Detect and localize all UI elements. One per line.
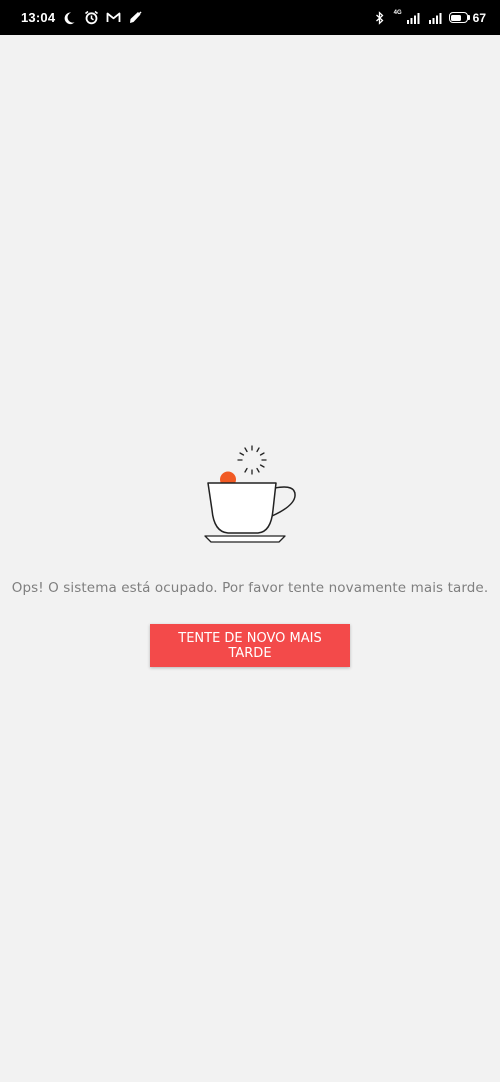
status-bar: 13:04 4G 67 <box>0 0 500 35</box>
battery-tip <box>467 15 470 20</box>
battery-fill <box>451 14 461 21</box>
alarm-icon <box>83 10 99 26</box>
bluetooth-icon <box>372 10 388 26</box>
signal-icon-2 <box>427 10 443 26</box>
gmail-icon <box>105 10 121 26</box>
network-type-label: 4G <box>393 9 402 16</box>
battery-indicator: 67 <box>448 10 486 25</box>
status-left: 13:04 <box>21 10 143 26</box>
status-time: 13:04 <box>21 10 56 25</box>
battery-percent: 67 <box>472 10 486 25</box>
signal-icon <box>405 10 421 26</box>
coffee-cup-icon <box>200 442 300 548</box>
error-message: Ops! O sistema está ocupado. Por favor t… <box>11 580 489 596</box>
moon-icon <box>61 10 77 26</box>
status-right: 4G 67 <box>372 10 486 26</box>
retry-button-label: TENTE DE NOVO MAIS TARDE <box>178 630 322 661</box>
retry-button[interactable]: TENTE DE NOVO MAIS TARDE <box>150 624 350 667</box>
battery-icon <box>448 12 468 23</box>
spinner-icon <box>237 445 267 475</box>
app-notification-icon <box>127 10 143 26</box>
